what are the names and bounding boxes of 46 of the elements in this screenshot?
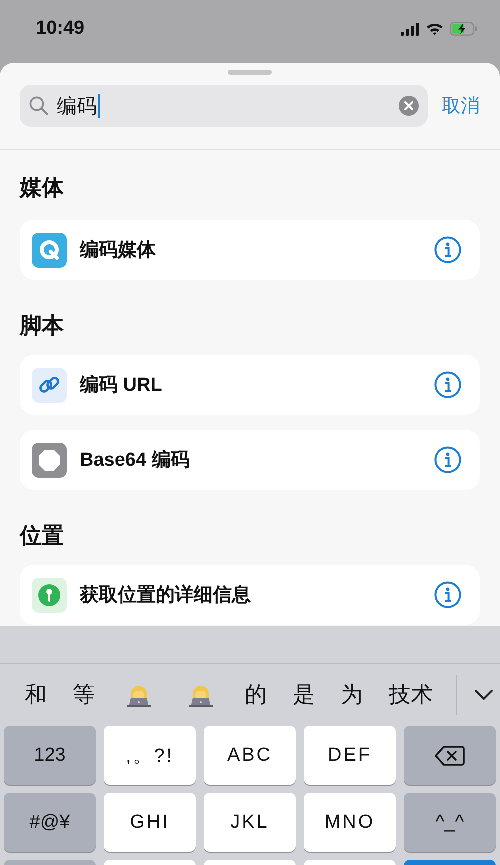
status-time: 10:49	[36, 18, 85, 40]
keyboard-key[interactable]: ,。?!	[104, 726, 196, 785]
action-row[interactable]: 编码 URL	[20, 355, 480, 415]
keyboard-key[interactable]: 123	[4, 726, 96, 785]
backspace-icon	[435, 744, 465, 766]
action-label: 获取位置的详细信息	[80, 584, 252, 608]
wifi-icon	[426, 22, 444, 36]
keyboard-key[interactable]: ^_^	[404, 793, 496, 852]
keyboard-key[interactable]: GHI	[104, 793, 196, 852]
action-label: 编码媒体	[80, 238, 157, 263]
info-icon[interactable]	[434, 446, 462, 474]
action-row[interactable]: 编码媒体	[20, 220, 480, 280]
info-icon[interactable]	[434, 581, 462, 609]
cancel-button[interactable]: 取消	[442, 93, 480, 119]
grabber-handle[interactable]	[228, 70, 272, 75]
candidate-word[interactable]: 和	[12, 680, 60, 710]
keyboard-key[interactable]: JKL	[204, 793, 296, 852]
candidate-word[interactable]: 等	[60, 680, 108, 710]
keyboard-key[interactable]: MNO	[304, 793, 396, 852]
action-label: Base64 编码	[80, 448, 191, 473]
text-cursor	[98, 94, 100, 118]
section-header: 脚本	[20, 312, 65, 340]
candidate-word[interactable]: 是	[280, 680, 328, 710]
chevron-down-icon[interactable]	[474, 689, 494, 701]
action-row[interactable]: 获取位置的详细信息	[20, 565, 480, 625]
info-icon[interactable]	[434, 371, 462, 399]
section-header: 位置	[20, 522, 65, 550]
section-header: 媒体	[20, 174, 65, 202]
candidate-word[interactable]: 的	[232, 680, 280, 710]
signal-icon	[401, 22, 420, 36]
battery-charging-icon	[450, 22, 478, 36]
candidate-word[interactable]: 技术	[376, 680, 446, 710]
search-icon	[29, 96, 49, 116]
candidate-word[interactable]: 为	[328, 680, 376, 710]
info-icon[interactable]	[434, 236, 462, 264]
action-row[interactable]: Base64 编码	[20, 430, 480, 490]
keyboard-key[interactable]: DEF	[304, 726, 396, 785]
search-field[interactable]: 编码	[20, 85, 428, 127]
delete-key[interactable]	[404, 726, 496, 785]
action-label: 编码 URL	[80, 374, 164, 398]
media-app-icon	[32, 232, 67, 268]
clear-icon[interactable]	[399, 96, 419, 116]
keyboard-key[interactable]: #@¥	[4, 793, 96, 852]
location-pin-icon	[32, 578, 67, 612]
link-icon	[32, 368, 67, 402]
keyboard-key[interactable]: ABC	[204, 726, 296, 785]
